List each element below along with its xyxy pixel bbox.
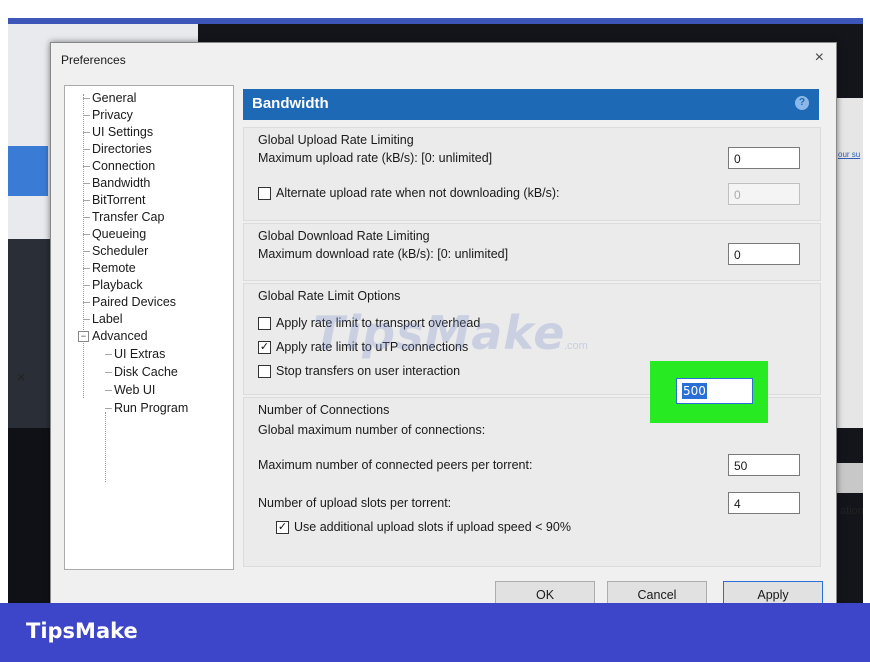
tree-item-general[interactable]: – General bbox=[83, 90, 136, 106]
stop-transfers-checkbox[interactable] bbox=[258, 365, 271, 378]
download-group-title: Global Download Rate Limiting bbox=[258, 229, 430, 243]
tree-item-queueing[interactable]: – Queueing bbox=[83, 226, 146, 242]
footer-banner: TipsMake bbox=[0, 603, 870, 662]
global-max-connections-label: Global maximum number of connections: bbox=[258, 423, 486, 437]
tree-item-bittorrent[interactable]: – BitTorrent bbox=[83, 192, 145, 208]
extra-slots-label: Use additional upload slots if upload sp… bbox=[294, 520, 571, 534]
global-max-connections-input[interactable]: 500 bbox=[676, 378, 753, 404]
tree-item-transfer-cap[interactable]: – Transfer Cap bbox=[83, 209, 164, 225]
tree-item-run-program[interactable]: – Run Program bbox=[105, 400, 188, 416]
collapse-icon[interactable]: − bbox=[78, 331, 89, 343]
close-icon[interactable]: × bbox=[815, 49, 824, 67]
dialog-title: Preferences bbox=[61, 53, 126, 67]
max-upload-input[interactable]: 0 bbox=[728, 147, 800, 169]
options-group-title: Global Rate Limit Options bbox=[258, 289, 401, 303]
tree-item-bandwidth[interactable]: – Bandwidth bbox=[83, 175, 150, 191]
tree-item-ui-extras[interactable]: – UI Extras bbox=[105, 346, 165, 362]
background-close-icon[interactable]: × bbox=[16, 370, 26, 384]
tree-item-disk-cache[interactable]: – Disk Cache bbox=[105, 364, 178, 380]
upload-slots-label: Number of upload slots per torrent: bbox=[258, 496, 452, 510]
background-selection bbox=[8, 146, 48, 196]
preferences-tree: – General – Privacy – UI Settings – Director… bbox=[64, 85, 234, 570]
tree-item-label[interactable]: – Label bbox=[83, 311, 123, 327]
download-rate-group: Global Download Rate Limiting Maximum do… bbox=[243, 223, 821, 281]
tree-item-playback[interactable]: – Playback bbox=[83, 277, 143, 293]
tree-item-directories[interactable]: – Directories bbox=[83, 141, 152, 157]
tree-line bbox=[105, 412, 106, 482]
upload-group-title: Global Upload Rate Limiting bbox=[258, 133, 414, 147]
max-download-input[interactable]: 0 bbox=[728, 243, 800, 265]
tree-item-scheduler[interactable]: – Scheduler bbox=[83, 243, 148, 259]
help-icon[interactable]: ? bbox=[795, 96, 809, 110]
max-peers-input[interactable]: 50 bbox=[728, 454, 800, 476]
tree-item-privacy[interactable]: – Privacy bbox=[83, 107, 133, 123]
stop-transfers-label: Stop transfers on user interaction bbox=[276, 364, 461, 378]
brand-logo-text: TipsMake bbox=[26, 619, 138, 643]
tree-item-advanced[interactable]: − Advanced bbox=[78, 328, 148, 344]
connections-group-title: Number of Connections bbox=[258, 403, 390, 417]
preferences-dialog: Preferences × – General – Privacy – UI Sett… bbox=[50, 42, 837, 614]
tree-item-remote[interactable]: – Remote bbox=[83, 260, 136, 276]
watermark-text: TipsMake bbox=[313, 306, 566, 360]
tree-item-web-ui[interactable]: – Web UI bbox=[105, 382, 155, 398]
watermark-suffix: .com bbox=[564, 340, 588, 352]
max-download-label: Maximum download rate (kB/s): [0: unlimi… bbox=[258, 247, 509, 261]
utp-connections-checkbox[interactable]: ✓ bbox=[258, 341, 271, 354]
selected-value: 500 bbox=[682, 383, 707, 399]
screenshot-frame: our su ation × Preferences × – General – P… bbox=[0, 0, 870, 662]
alt-upload-label: Alternate upload rate when not downloadi… bbox=[276, 186, 560, 200]
tree-item-paired-devices[interactable]: – Paired Devices bbox=[83, 294, 176, 310]
upload-slots-input[interactable]: 4 bbox=[728, 492, 800, 514]
alt-upload-checkbox[interactable] bbox=[258, 187, 271, 200]
background-link[interactable]: our su bbox=[838, 150, 860, 159]
tree-item-connection[interactable]: – Connection bbox=[83, 158, 155, 174]
extra-slots-checkbox[interactable]: ✓ bbox=[276, 521, 289, 534]
tree-item-ui-settings[interactable]: – UI Settings bbox=[83, 124, 153, 140]
upload-rate-group: Global Upload Rate Limiting Maximum uplo… bbox=[243, 127, 821, 221]
panel-title: Bandwidth bbox=[252, 95, 329, 112]
panel-header: Bandwidth ? bbox=[243, 89, 819, 120]
transport-overhead-checkbox[interactable] bbox=[258, 317, 271, 330]
background-text: ation bbox=[840, 505, 863, 517]
alt-upload-input[interactable]: 0 bbox=[728, 183, 800, 205]
max-peers-label: Maximum number of connected peers per to… bbox=[258, 458, 533, 472]
max-upload-label: Maximum upload rate (kB/s): [0: unlimite… bbox=[258, 151, 493, 165]
